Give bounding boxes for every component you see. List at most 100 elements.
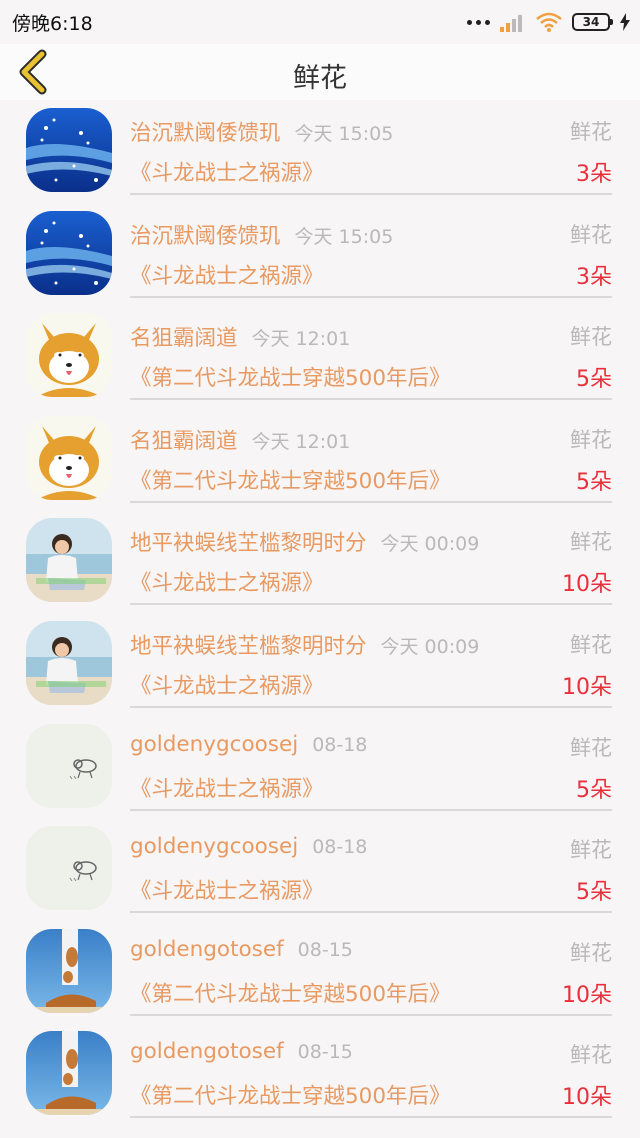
gift-type: 鲜花	[570, 940, 612, 965]
shiba-dog-avatar[interactable]	[26, 415, 112, 500]
list-item-0[interactable]: 治沉默阈倭馈玑 今天 15:05 鲜花 《斗龙战士之祸源》 3朵	[0, 100, 640, 203]
flower-count: 10朵	[562, 572, 612, 598]
sender-name-text: goldengotosef	[130, 936, 284, 962]
flower-count: 5朵	[576, 880, 612, 906]
wifi-icon	[536, 12, 562, 32]
sender-name: goldengotosef 08-15	[130, 937, 353, 962]
beach-person-avatar[interactable]	[26, 620, 112, 705]
gift-type: 鲜花	[570, 838, 612, 863]
book-title[interactable]: 《斗龙战士之祸源》	[130, 874, 324, 905]
gift-time: 08-15	[297, 938, 353, 961]
book-title[interactable]: 《斗龙战士之祸源》	[130, 566, 324, 597]
sender-name-text: 名狙霸阔道	[130, 428, 238, 454]
flower-count: 5朵	[576, 777, 612, 803]
upside-down-dog-avatar[interactable]	[26, 928, 112, 1013]
flower-count: 5朵	[576, 367, 612, 393]
divider	[130, 1013, 612, 1016]
book-title[interactable]: 《斗龙战士之祸源》	[130, 156, 324, 187]
book-title[interactable]: 《第二代斗龙战士穿越500年后》	[130, 1079, 451, 1110]
book-title[interactable]: 《斗龙战士之祸源》	[130, 772, 324, 803]
sender-name-text: goldenygcoosej	[130, 834, 299, 860]
snowflake-wave-avatar[interactable]	[26, 108, 112, 192]
gift-type: 鲜花	[570, 735, 612, 760]
sender-name-text: 名狙霸阔道	[130, 326, 238, 352]
book-title[interactable]: 《第二代斗龙战士穿越500年后》	[130, 977, 451, 1008]
flower-count: 10朵	[562, 982, 612, 1008]
beach-person-avatar[interactable]	[26, 518, 112, 603]
list-item-3[interactable]: 名狙霸阔道 今天 12:01 鲜花 《第二代斗龙战士穿越500年后》 5朵	[0, 408, 640, 511]
sender-name-text: 地平袂蜈线芏槛黎明时分	[130, 633, 367, 659]
sketch-animal-avatar[interactable]	[26, 723, 112, 808]
divider	[130, 603, 612, 606]
battery-level: 34	[582, 15, 600, 29]
book-title[interactable]: 《第二代斗龙战士穿越500年后》	[130, 361, 451, 392]
divider	[130, 295, 612, 298]
gift-time: 今天 12:01	[251, 328, 351, 351]
sender-name: 地平袂蜈线芏槛黎明时分 今天 00:09	[130, 629, 479, 660]
book-title[interactable]: 《斗龙战士之祸源》	[130, 669, 324, 700]
status-time: 傍晚6:18	[12, 13, 93, 35]
sender-name-text: 治沉默阈倭馈玑	[130, 121, 281, 146]
book-title[interactable]: 《斗龙战士之祸源》	[130, 259, 324, 290]
gift-type: 鲜花	[570, 1043, 612, 1068]
nav-bar: 鲜花	[0, 44, 640, 100]
status-bar: 傍晚6:18 34	[0, 0, 640, 44]
divider	[130, 398, 612, 401]
battery-icon: 34	[572, 13, 613, 31]
list-item-9[interactable]: goldengotosef 08-15 鲜花 《第二代斗龙战士穿越500年后》 1…	[0, 1023, 640, 1126]
gift-type: 鲜花	[570, 427, 612, 452]
sender-name-text: 治沉默阈倭馈玑	[130, 223, 281, 249]
sender-name: 名狙霸阔道 今天 12:01	[130, 321, 350, 352]
sender-name: goldengotosef 08-15	[130, 1039, 353, 1064]
list-item-1[interactable]: 治沉默阈倭馈玑 今天 15:05 鲜花 《斗龙战士之祸源》 3朵	[0, 203, 640, 306]
sender-name: goldenygcoosej 08-18	[130, 732, 367, 757]
signal-icon	[500, 15, 522, 32]
gift-type: 鲜花	[570, 632, 612, 657]
flower-count: 10朵	[562, 1085, 612, 1111]
upside-down-dog-avatar[interactable]	[26, 1031, 112, 1116]
gift-time: 今天 15:05	[294, 123, 394, 145]
list-item-2[interactable]: 名狙霸阔道 今天 12:01 鲜花 《第二代斗龙战士穿越500年后》 5朵	[0, 305, 640, 408]
gift-type: 鲜花	[570, 222, 612, 247]
sender-name: goldenygcoosej 08-18	[130, 834, 367, 859]
flower-gift-list: 治沉默阈倭馈玑 今天 15:05 鲜花 《斗龙战士之祸源》 3朵 治沉默阈倭馈玑今…	[0, 100, 640, 1126]
list-item-7[interactable]: goldenygcoosej 08-18 鲜花 《斗龙战士之祸源》 5朵	[0, 818, 640, 921]
list-item-6[interactable]: goldenygcoosej 08-18 鲜花 《斗龙战士之祸源》 5朵	[0, 716, 640, 819]
more-dots-icon	[467, 19, 490, 25]
shiba-dog-avatar[interactable]	[26, 313, 112, 398]
divider	[130, 808, 612, 811]
flower-count: 3朵	[576, 264, 612, 290]
book-title[interactable]: 《第二代斗龙战士穿越500年后》	[130, 464, 451, 495]
sender-name-text: goldengotosef	[130, 1039, 284, 1065]
gift-time: 今天 15:05	[294, 225, 394, 248]
gift-time: 08-18	[312, 733, 368, 756]
status-icons: 34	[467, 9, 630, 35]
list-item-5[interactable]: 地平袂蜈线芏槛黎明时分 今天 00:09 鲜花 《斗龙战士之祸源》 10朵	[0, 613, 640, 716]
divider	[130, 705, 612, 708]
gift-type: 鲜花	[570, 530, 612, 555]
gift-time: 今天 00:09	[380, 533, 480, 556]
sketch-animal-avatar[interactable]	[26, 826, 112, 911]
gift-type: 鲜花	[570, 120, 612, 144]
sender-name-text: 地平袂蜈线芏槛黎明时分	[130, 531, 367, 557]
list-item-8[interactable]: goldengotosef 08-15 鲜花 《第二代斗龙战士穿越500年后》 1…	[0, 921, 640, 1024]
page-title: 鲜花	[293, 63, 347, 94]
divider	[130, 193, 612, 195]
divider	[130, 500, 612, 503]
sender-name: 名狙霸阔道 今天 12:01	[130, 424, 350, 455]
gift-type: 鲜花	[570, 325, 612, 350]
divider	[130, 1116, 612, 1119]
charging-icon	[620, 13, 630, 31]
gift-time: 08-15	[297, 1041, 353, 1064]
flower-count: 3朵	[576, 162, 612, 187]
divider	[130, 911, 612, 914]
snowflake-wave-avatar[interactable]	[26, 210, 112, 295]
list-item-4[interactable]: 地平袂蜈线芏槛黎明时分 今天 00:09 鲜花 《斗龙战士之祸源》 10朵	[0, 510, 640, 613]
sender-name-text: goldenygcoosej	[130, 731, 299, 757]
flower-count: 5朵	[576, 469, 612, 495]
gift-time: 08-18	[312, 836, 368, 859]
sender-name: 治沉默阈倭馈玑 今天 15:05	[130, 116, 393, 147]
gift-time: 今天 12:01	[251, 430, 351, 453]
sender-name: 地平袂蜈线芏槛黎明时分 今天 00:09	[130, 526, 479, 557]
flower-count: 10朵	[562, 674, 612, 700]
